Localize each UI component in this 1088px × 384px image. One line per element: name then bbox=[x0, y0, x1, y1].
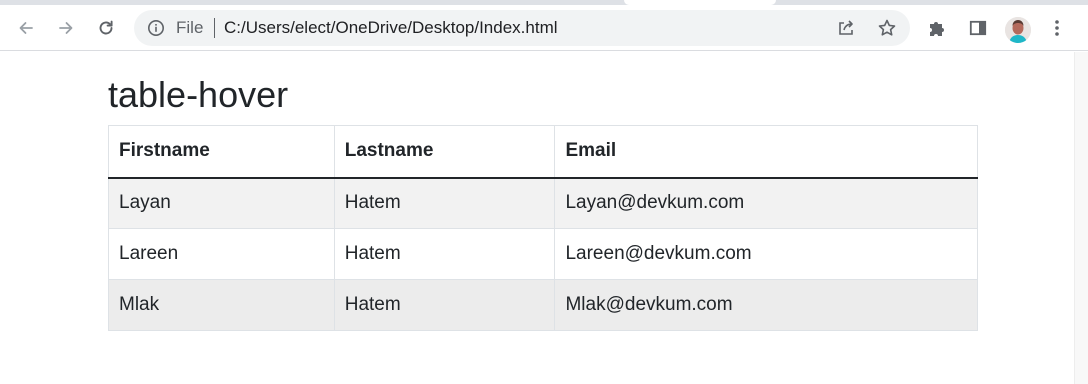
address-bar[interactable]: File C:/Users/elect/OneDrive/Desktop/Ind… bbox=[134, 10, 910, 46]
info-icon bbox=[148, 20, 164, 36]
cell-firstname: Layan bbox=[108, 177, 335, 229]
back-arrow-icon bbox=[19, 22, 33, 34]
browser-toolbar: File C:/Users/elect/OneDrive/Desktop/Ind… bbox=[0, 5, 1088, 51]
column-header-firstname: Firstname bbox=[108, 125, 335, 179]
cell-lastname: Hatem bbox=[333, 177, 556, 229]
cell-lastname: Hatem bbox=[333, 279, 556, 331]
forward-arrow-icon bbox=[59, 22, 73, 34]
browser-menu-button[interactable] bbox=[1041, 12, 1073, 44]
reload-button[interactable] bbox=[90, 12, 122, 44]
cell-lastname: Hatem bbox=[333, 228, 556, 280]
extensions-button[interactable] bbox=[921, 12, 953, 44]
scheme-separator bbox=[214, 18, 215, 38]
cell-email: Mlak@devkum.com bbox=[554, 279, 978, 331]
table-row[interactable]: Layan Hatem Layan@devkum.com bbox=[108, 177, 978, 229]
table-row[interactable]: Lareen Hatem Lareen@devkum.com bbox=[108, 228, 978, 280]
side-panel-button[interactable] bbox=[962, 12, 994, 44]
profile-avatar-icon bbox=[1005, 17, 1031, 43]
cell-email: Layan@devkum.com bbox=[554, 177, 978, 229]
kebab-menu-icon bbox=[1055, 20, 1059, 36]
site-info-button[interactable] bbox=[146, 18, 166, 38]
back-button[interactable] bbox=[10, 12, 42, 44]
data-table: Firstname Lastname Email Layan Hatem Lay… bbox=[108, 125, 978, 331]
forward-button[interactable] bbox=[50, 12, 82, 44]
reload-icon bbox=[99, 20, 113, 35]
share-button[interactable] bbox=[834, 16, 858, 40]
page-viewport: table-hover Firstname Lastname Email Lay… bbox=[0, 52, 1074, 384]
page-title: table-hover bbox=[108, 74, 289, 115]
table-header-row: Firstname Lastname Email bbox=[108, 125, 978, 179]
table-row[interactable]: Mlak Hatem Mlak@devkum.com bbox=[108, 279, 978, 331]
vertical-scrollbar[interactable] bbox=[1074, 52, 1088, 384]
scheme-label: File bbox=[176, 18, 204, 37]
cell-firstname: Lareen bbox=[108, 228, 335, 280]
profile-avatar[interactable] bbox=[1005, 17, 1031, 43]
cell-firstname: Mlak bbox=[108, 279, 335, 331]
column-header-lastname: Lastname bbox=[333, 125, 556, 179]
side-panel-icon bbox=[969, 20, 987, 36]
star-icon bbox=[878, 19, 896, 36]
bookmark-button[interactable] bbox=[875, 16, 899, 40]
url-text[interactable]: C:/Users/elect/OneDrive/Desktop/Index.ht… bbox=[224, 19, 558, 37]
column-header-email: Email bbox=[554, 125, 978, 179]
puzzle-icon bbox=[930, 22, 944, 36]
share-icon bbox=[839, 20, 853, 35]
cell-email: Lareen@devkum.com bbox=[554, 228, 978, 280]
